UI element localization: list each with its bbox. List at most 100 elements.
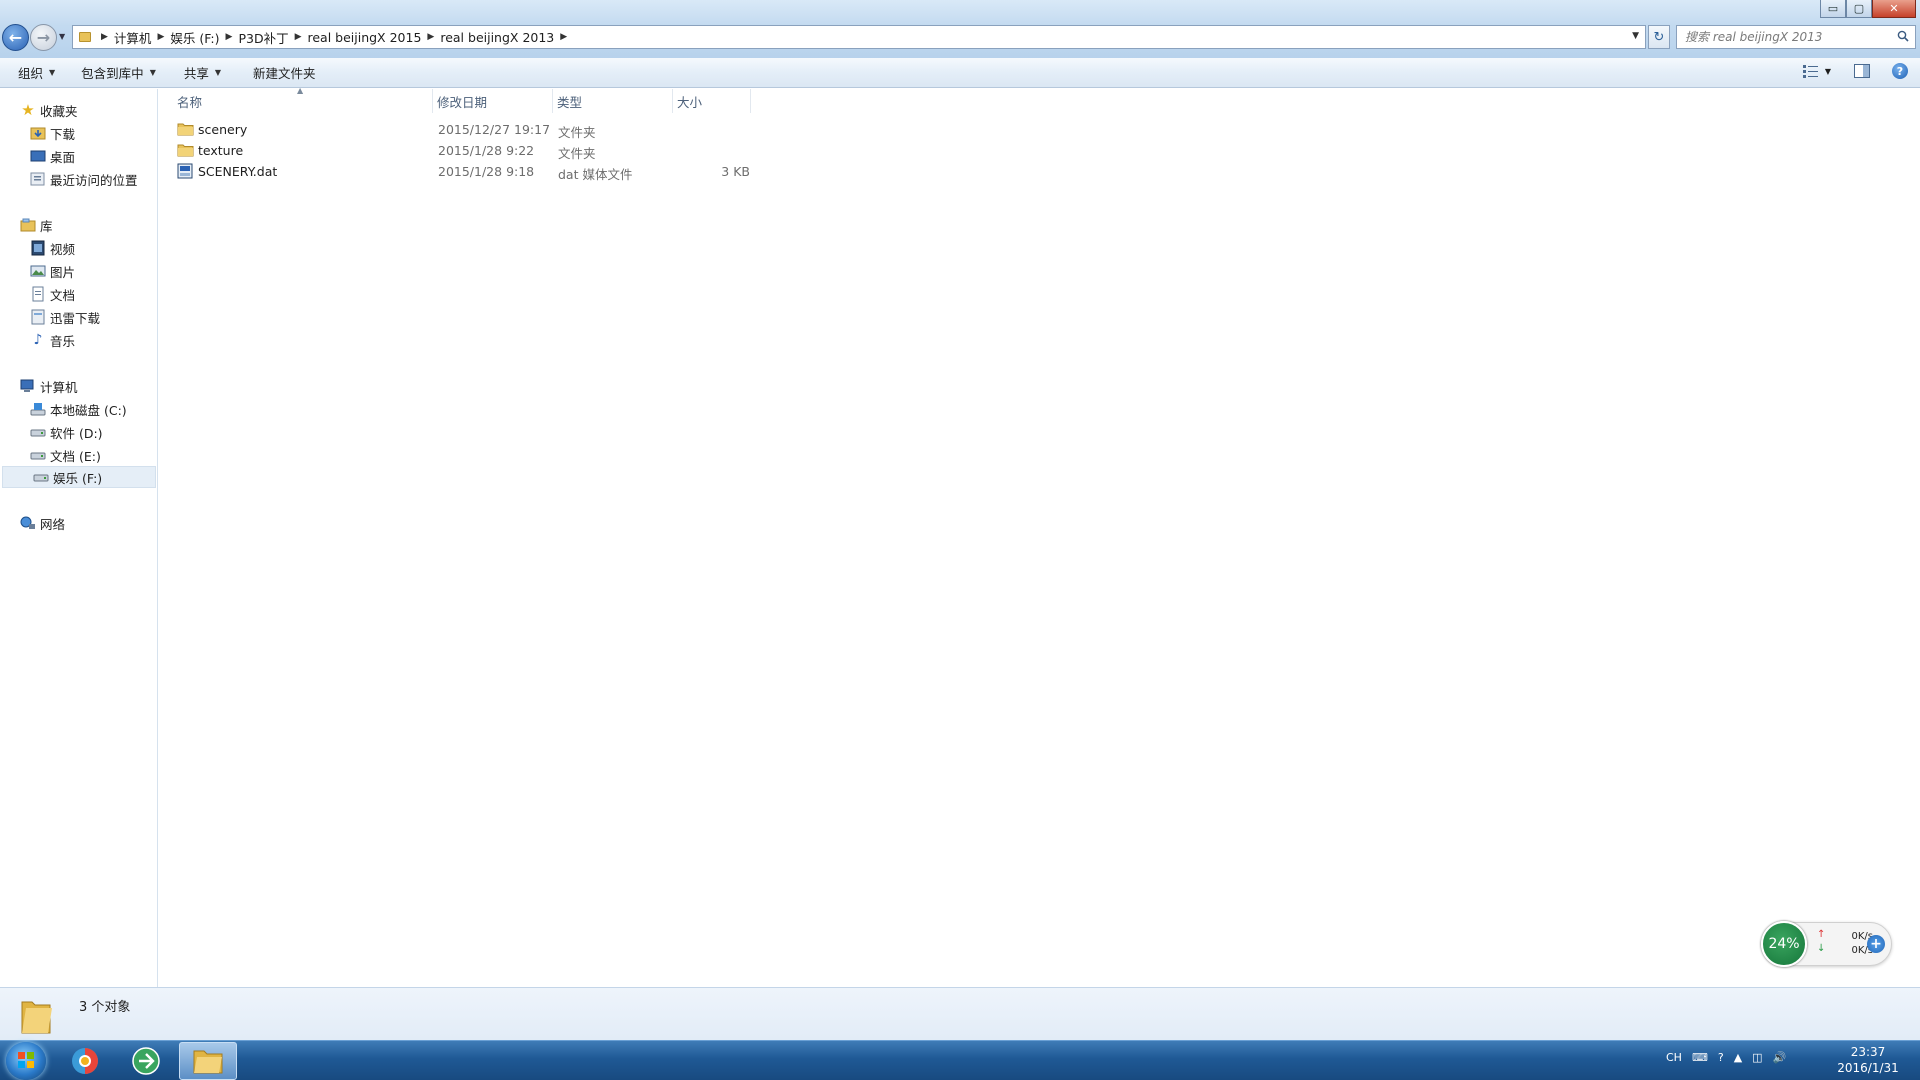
nav-pictures[interactable]: 图片 — [0, 260, 156, 282]
input-language-indicator[interactable]: CH — [1666, 1051, 1682, 1064]
address-history-dropdown[interactable]: ▼ — [1632, 31, 1639, 41]
include-in-library-button[interactable]: 包含到库中 ▼ — [71, 61, 166, 85]
close-button[interactable]: ✕ — [1872, 0, 1916, 18]
search-box[interactable] — [1676, 25, 1916, 49]
chevron-down-icon: ▼ — [214, 68, 222, 77]
search-input[interactable] — [1677, 26, 1877, 48]
minimize-button[interactable]: ▭ — [1820, 0, 1846, 18]
help-button[interactable]: ? — [1890, 61, 1910, 81]
taskbar-app-explorer[interactable] — [179, 1042, 237, 1080]
clock-time: 23:37 — [1850, 1045, 1886, 1059]
column-header-date[interactable]: 修改日期 — [433, 89, 553, 113]
refresh-icon: ↻ — [1653, 29, 1665, 45]
browser-icon — [72, 1048, 98, 1074]
nav-drive-e[interactable]: 文档 (E:) — [0, 444, 156, 466]
nav-network[interactable]: 网络 — [0, 512, 156, 534]
column-header-name[interactable]: 名称 ▲ — [159, 86, 433, 113]
taskbar: CH ⌨ ? ▲ ◫ 🔊 23:37 2016/1/31 — [0, 1040, 1920, 1080]
network-tray-icon[interactable]: ◫ — [1752, 1051, 1762, 1064]
video-library-icon — [30, 240, 46, 256]
network-speed-widget[interactable]: 24% ↑ 0K/s ↓ 0K/s + — [1761, 921, 1892, 967]
breadcrumb-p3d[interactable]: P3D补丁 — [238, 28, 288, 47]
folder-icon — [177, 144, 194, 157]
organize-button[interactable]: 组织 ▼ — [8, 61, 65, 85]
nav-favorites[interactable]: ★ 收藏夹 — [0, 99, 156, 121]
system-tray: CH ⌨ ? ▲ ◫ 🔊 — [1666, 1051, 1786, 1064]
taskbar-app-browser[interactable] — [56, 1042, 114, 1080]
back-button[interactable]: ← — [2, 24, 29, 51]
memory-usage-badge[interactable]: 24% — [1761, 921, 1807, 967]
folder-icon — [21, 1001, 52, 1034]
file-row-scenery-dat[interactable]: SCENERY.dat 2015/1/28 9:18 dat 媒体文件 3 KB — [159, 162, 759, 182]
new-folder-button[interactable]: 新建文件夹 — [243, 61, 326, 85]
help-tray-icon[interactable]: ? — [1718, 1051, 1724, 1064]
nav-drive-c[interactable]: 本地磁盘 (C:) — [0, 398, 156, 420]
drive-icon — [30, 424, 46, 440]
sort-ascending-icon: ▲ — [297, 86, 304, 95]
volume-icon[interactable]: 🔊 — [1773, 1051, 1787, 1064]
chevron-right-icon[interactable]: ▶ — [295, 32, 302, 42]
nav-thunder-downloads[interactable]: 迅雷下载 — [0, 306, 156, 328]
nav-desktop[interactable]: 桌面 — [0, 145, 156, 167]
keyboard-icon[interactable]: ⌨ — [1692, 1051, 1708, 1064]
nav-drive-f[interactable]: 娱乐 (F:) — [2, 466, 156, 488]
chevron-right-icon[interactable]: ▶ — [427, 32, 434, 42]
chevron-right-icon[interactable]: ▶ — [560, 32, 567, 42]
nav-libraries[interactable]: 库 — [0, 214, 156, 236]
documents-library-icon — [30, 286, 46, 302]
desktop-icon — [30, 148, 46, 164]
system-clock[interactable]: 23:37 2016/1/31 — [1820, 1044, 1916, 1076]
music-note-icon: ♪ — [33, 332, 43, 348]
nav-documents[interactable]: 文档 — [0, 283, 156, 305]
system-drive-icon — [30, 401, 46, 417]
chevron-right-icon[interactable]: ▶ — [101, 32, 108, 42]
pictures-library-icon — [30, 263, 46, 279]
nav-downloads[interactable]: 下载 — [0, 122, 156, 144]
breadcrumb-beijing-2015[interactable]: real beijingX 2015 — [308, 30, 422, 45]
nav-computer[interactable]: 计算机 — [0, 375, 156, 397]
show-hidden-icons-icon[interactable]: ▲ — [1734, 1051, 1742, 1064]
upload-arrow-icon: ↑ — [1817, 929, 1826, 940]
column-header-type[interactable]: 类型 — [553, 89, 673, 113]
address-bar[interactable]: ▶ 计算机 ▶ 娱乐 (F:) ▶ P3D补丁 ▶ real beijingX … — [72, 25, 1646, 49]
window-controls: ▭ ▢ ✕ — [1820, 0, 1916, 20]
nav-drive-d[interactable]: 软件 (D:) — [0, 421, 156, 443]
accelerate-button[interactable]: + — [1867, 935, 1885, 953]
chevron-down-icon: ▼ — [49, 68, 56, 77]
drive-icon — [30, 447, 46, 463]
details-pane: 3 个对象 — [0, 987, 1920, 1040]
preview-pane-button[interactable] — [1852, 61, 1872, 81]
maximize-button[interactable]: ▢ — [1846, 0, 1872, 18]
help-icon: ? — [1892, 63, 1908, 79]
file-row-texture[interactable]: texture 2015/1/28 9:22 文件夹 — [159, 141, 759, 161]
star-icon: ★ — [21, 101, 35, 119]
file-row-scenery[interactable]: scenery 2015/12/27 19:17 文件夹 — [159, 120, 759, 140]
title-bar: ▭ ▢ ✕ ← → ▼ ▶ 计算机 ▶ 娱乐 (F:) ▶ P3D补丁 ▶ re… — [0, 0, 1920, 58]
downloads-folder-icon — [30, 125, 46, 141]
nav-music[interactable]: ♪ 音乐 — [0, 329, 156, 351]
recent-places-icon — [30, 171, 46, 187]
media-file-icon — [177, 163, 193, 179]
column-header-size[interactable]: 大小 — [673, 89, 751, 113]
breadcrumb-drive-f[interactable]: 娱乐 (F:) — [170, 28, 219, 47]
chevron-right-icon[interactable]: ▶ — [157, 32, 164, 42]
chevron-down-icon: ▼ — [149, 68, 156, 77]
command-bar: 组织 ▼ 包含到库中 ▼ 共享 ▼ 新建文件夹 ▼ ? — [0, 58, 1920, 88]
share-button[interactable]: 共享 ▼ — [174, 61, 231, 85]
start-button[interactable] — [6, 1042, 46, 1080]
drive-icon — [33, 469, 49, 485]
chevron-right-icon[interactable]: ▶ — [226, 32, 233, 42]
breadcrumb-computer[interactable]: 计算机 — [114, 28, 152, 47]
breadcrumb-beijing-2013[interactable]: real beijingX 2013 — [440, 30, 554, 45]
nav-recent-places[interactable]: 最近访问的位置 — [0, 168, 156, 190]
search-icon[interactable] — [1897, 30, 1909, 42]
view-options-button[interactable]: ▼ — [1800, 61, 1834, 81]
nav-videos[interactable]: 视频 — [0, 237, 156, 259]
preview-pane-icon — [1854, 64, 1870, 78]
file-list: 名称 ▲ 修改日期 类型 大小 scenery 2015/12/27 19:17… — [159, 86, 1920, 987]
computer-icon — [20, 378, 36, 394]
forward-button[interactable]: → — [30, 24, 57, 51]
taskbar-app-download[interactable] — [117, 1042, 175, 1080]
refresh-button[interactable]: ↻ — [1648, 25, 1670, 49]
recent-pages-dropdown[interactable]: ▼ — [59, 32, 65, 41]
